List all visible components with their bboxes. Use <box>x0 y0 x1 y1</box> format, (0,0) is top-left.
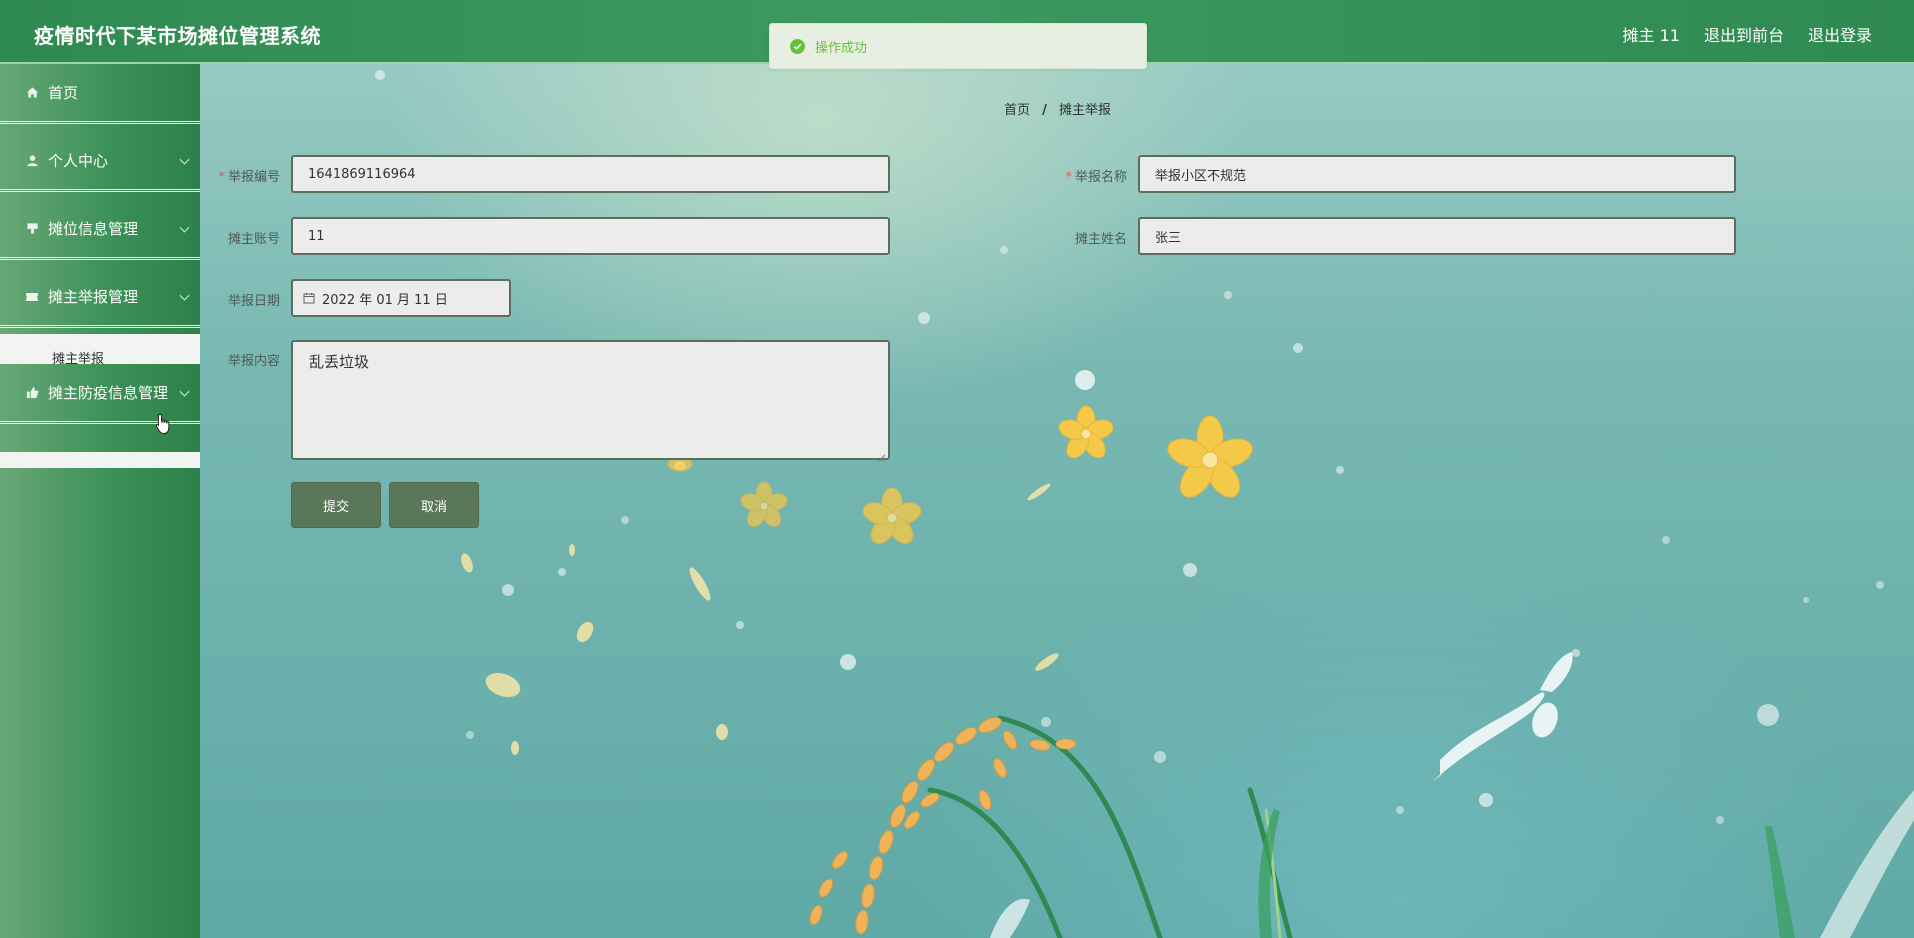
submenu-epidemic <box>0 452 200 468</box>
sidebar-item-personal-center[interactable]: 个人中心 <box>0 132 200 192</box>
resize-grip-icon[interactable] <box>878 448 886 462</box>
report-no-input[interactable]: 1641869116964 <box>291 155 890 193</box>
report-no-label: * 举报编号 <box>200 166 280 185</box>
chevron-down-icon <box>179 386 190 397</box>
sidebar-item-report-management[interactable]: 摊主举报管理 <box>0 268 200 328</box>
ticket-icon <box>25 290 39 304</box>
chevron-down-icon <box>179 290 190 301</box>
sidebar: 首页 个人中心 摊位信息管理 摊主举报管理 摊主举报 摊主防疫信息管理 <box>0 64 200 938</box>
breadcrumb-separator: / <box>1042 103 1047 118</box>
breadcrumb: 首页 / 摊主举报 <box>1004 99 1111 118</box>
background-scene <box>0 0 1914 938</box>
background-illustration <box>375 70 1914 938</box>
breadcrumb-current: 摊主举报 <box>1059 103 1112 118</box>
submenu-item-owner-report[interactable]: 摊主举报 <box>52 348 104 364</box>
app-title: 疫情时代下某市场摊位管理系统 <box>34 24 321 48</box>
required-asterisk: * <box>1065 170 1072 185</box>
thumb-icon <box>25 386 39 400</box>
sidebar-item-label: 摊位信息管理 <box>48 220 139 238</box>
required-asterisk: * <box>218 170 225 185</box>
stall-icon <box>25 222 39 236</box>
sidebar-item-label: 摊主举报管理 <box>48 288 139 306</box>
report-date-label: 举报日期 <box>227 294 280 309</box>
report-no-label-text: 举报编号 <box>227 170 280 185</box>
header-actions: 摊主 11 退出到前台 退出登录 <box>1623 22 1872 46</box>
person-icon <box>25 154 39 168</box>
current-user[interactable]: 摊主 11 <box>1623 22 1680 46</box>
chevron-down-icon <box>179 154 190 165</box>
success-toast: 操作成功 <box>769 23 1147 69</box>
owner-name-label: 摊主姓名 <box>1074 232 1127 247</box>
report-content-value: 乱丢垃圾 <box>309 353 370 371</box>
submit-button[interactable]: 提交 <box>291 482 381 528</box>
sidebar-item-label: 摊主防疫信息管理 <box>48 384 169 402</box>
report-content-label: 举报内容 <box>227 354 280 369</box>
report-name-label: * 举报名称 <box>1047 166 1127 185</box>
toast-message: 操作成功 <box>815 40 868 56</box>
breadcrumb-home[interactable]: 首页 <box>1004 103 1030 118</box>
cancel-button[interactable]: 取消 <box>389 482 479 528</box>
home-icon <box>25 86 39 100</box>
sidebar-item-home[interactable]: 首页 <box>0 64 200 124</box>
exit-to-front-link[interactable]: 退出到前台 <box>1704 22 1784 46</box>
success-check-icon <box>790 38 805 54</box>
report-name-input[interactable]: 举报小区不规范 <box>1138 155 1736 193</box>
mouse-cursor-icon <box>155 413 173 439</box>
submenu-report: 摊主举报 <box>0 334 200 364</box>
report-content-textarea[interactable]: 乱丢垃圾 <box>291 340 890 462</box>
chevron-down-icon <box>179 222 190 233</box>
owner-account-input[interactable]: 11 <box>291 217 890 255</box>
calendar-icon <box>303 292 315 304</box>
report-date-value: 2022 年 01 月 11 日 <box>322 292 448 308</box>
sidebar-item-stall-info[interactable]: 摊位信息管理 <box>0 200 200 260</box>
owner-name-input[interactable]: 张三 <box>1138 217 1736 255</box>
owner-account-label: 摊主账号 <box>227 232 280 247</box>
sidebar-item-label: 首页 <box>48 84 79 102</box>
logout-link[interactable]: 退出登录 <box>1808 22 1872 46</box>
report-name-label-text: 举报名称 <box>1074 170 1127 185</box>
sidebar-item-label: 个人中心 <box>48 152 109 170</box>
report-date-picker[interactable]: 2022 年 01 月 11 日 <box>291 279 511 317</box>
